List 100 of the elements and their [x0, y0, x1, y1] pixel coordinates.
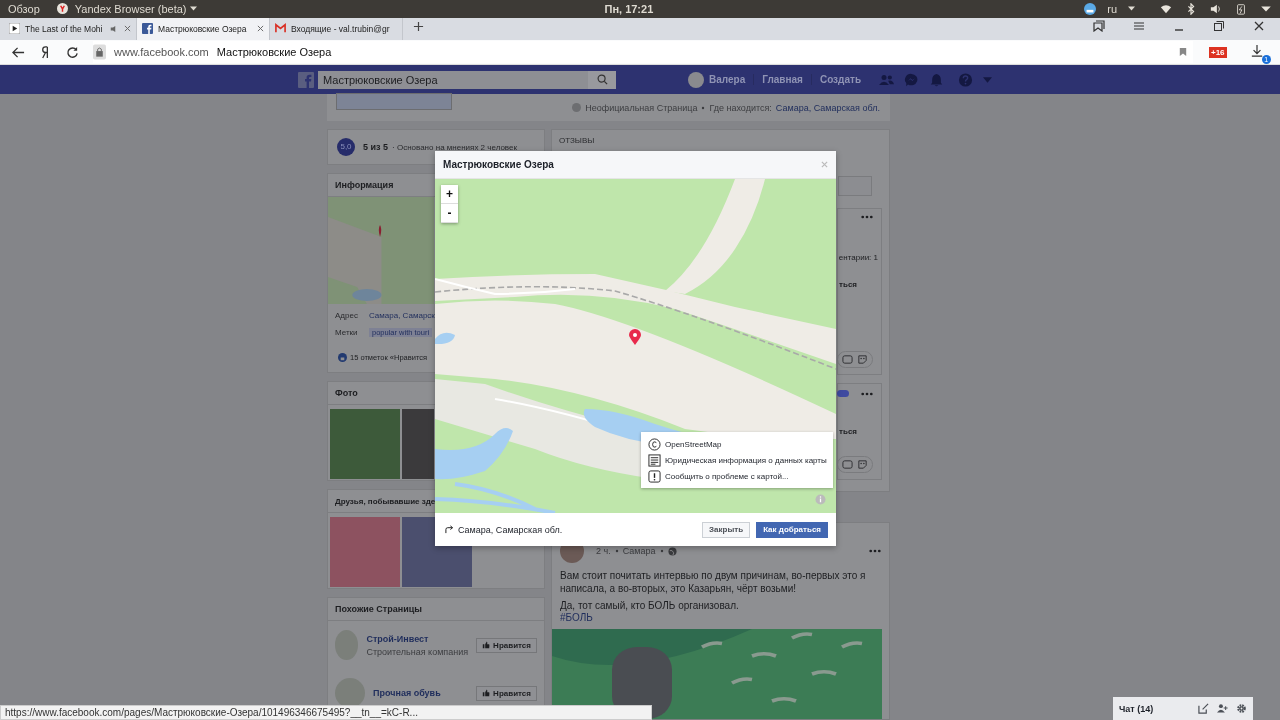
notification-badge[interactable]: +16: [1209, 46, 1227, 58]
info-label: Метки: [335, 328, 359, 337]
share-action[interactable]: ться: [839, 427, 873, 436]
bookmark-icon[interactable]: [1179, 47, 1187, 58]
avatar-icon[interactable]: [688, 71, 704, 88]
more-options-icon[interactable]: [869, 549, 881, 553]
more-options-icon[interactable]: [861, 391, 873, 396]
menu-icon[interactable]: [1133, 20, 1145, 33]
back-icon[interactable]: [12, 45, 25, 59]
tab-title: The Last of the Mohi: [25, 23, 103, 34]
page-category: Строительная компания: [366, 646, 469, 657]
volume-icon[interactable]: [1210, 2, 1222, 15]
reload-icon[interactable]: [66, 45, 79, 59]
count-badge: [837, 390, 849, 397]
browser-logo-icon: [56, 3, 68, 15]
nav-link[interactable]: Главная: [753, 74, 811, 86]
app-menu[interactable]: Yandex Browser (beta): [74, 2, 187, 15]
address-link[interactable]: Самара, Самарск: [369, 311, 435, 320]
document-icon: [648, 453, 661, 467]
card-title: Друзья, побывавшие зде: [335, 496, 436, 506]
search-field[interactable]: Мастрюковские Озера: [318, 70, 588, 89]
thumbs-up-icon: [482, 641, 491, 649]
settings-icon[interactable]: [1236, 703, 1247, 714]
dialog-button[interactable]: Закрыть: [702, 521, 751, 538]
review-input-bar[interactable]: [838, 176, 872, 196]
comments-count[interactable]: ентарии: 1: [838, 253, 878, 262]
post-text: Вам стоит почитать интервью по двум причинам, во-первых это я написала, а во-вторых, это Казарьян, чёрт возьми!: [560, 569, 867, 595]
download-icon[interactable]: [1250, 44, 1263, 59]
keyboard-layout[interactable]: ru: [1107, 2, 1117, 15]
profile-link[interactable]: Валера: [709, 74, 754, 86]
zoom-button[interactable]: +: [441, 185, 458, 204]
rating-basis: · Основано на мнениях 2 человек: [392, 142, 517, 152]
nav-link[interactable]: Создать: [810, 74, 870, 86]
page-status: Неофициальная Страница: [585, 102, 698, 113]
gif-icon[interactable]: [842, 459, 853, 470]
dot-separator-icon: [701, 105, 706, 110]
url-page-title: Мастрюковские Озера: [216, 46, 332, 59]
battery-icon[interactable]: [1235, 2, 1247, 15]
chat-label[interactable]: Чат (14): [1119, 703, 1154, 714]
info-label: Адрес: [335, 311, 359, 320]
attribution-link[interactable]: Сообщить о проблеме с картой...: [665, 471, 789, 481]
rating-summary: 5 из 5: [363, 142, 389, 152]
map-thumbnail-drawing[interactable]: [328, 197, 434, 304]
new-tab-icon[interactable]: [413, 20, 424, 32]
share-action[interactable]: ться: [839, 280, 873, 289]
dialog-address: Самара, Самарская обл.: [458, 524, 563, 535]
card-title: Информация: [335, 180, 394, 190]
page-name-link[interactable]: Строй-Инвест: [366, 633, 469, 644]
hashtag-link[interactable]: #БОЛЬ: [560, 612, 881, 623]
globe-icon: [667, 546, 677, 556]
like-button[interactable]: Нравится: [476, 637, 537, 653]
warning-icon: [648, 469, 661, 483]
location-link[interactable]: Самара, Самарская обл.: [775, 102, 880, 113]
dropdown-icon[interactable]: [1128, 6, 1135, 12]
people-icon[interactable]: [1217, 703, 1228, 714]
thumbs-up-icon: [482, 689, 491, 697]
rating-score: 5,0: [337, 138, 355, 156]
chat-bar[interactable]: Чат (14): [1113, 697, 1253, 720]
attribution-link[interactable]: OpenStreetMap: [665, 439, 722, 449]
card-title: Фото: [335, 388, 358, 398]
attribution-link[interactable]: Юридическая информация о данных карты: [665, 455, 827, 465]
directions-arrow-icon: [445, 525, 454, 534]
tab-title: Входящие - val.trubin@gr: [291, 23, 390, 34]
search-icon: [596, 74, 608, 86]
close-icon[interactable]: [1253, 20, 1265, 33]
dialog-title: Мастрюковские Озера: [443, 159, 555, 170]
post-time[interactable]: 2 ч.: [596, 546, 611, 556]
sticker-icon[interactable]: [857, 459, 868, 470]
close-icon[interactable]: [257, 25, 264, 33]
restore-icon[interactable]: [1213, 20, 1225, 33]
copyright-icon: [648, 437, 661, 451]
more-options-icon[interactable]: [861, 215, 873, 219]
like-button[interactable]: Нравится: [476, 685, 537, 701]
address-field[interactable]: www.facebook.com Мастрюковские Озера: [93, 41, 1193, 64]
section-title: ОТЗЫВЫ: [559, 136, 596, 145]
edit-icon[interactable]: [1198, 703, 1209, 714]
sticker-icon[interactable]: [857, 354, 868, 365]
browser-tab[interactable]: Мастрюковские Озера: [137, 17, 270, 40]
page-name-link[interactable]: Прочная обувь: [373, 688, 469, 698]
activities-button[interactable]: Обзор: [8, 2, 40, 15]
post-place[interactable]: Самара: [622, 546, 656, 556]
gif-icon[interactable]: [842, 354, 853, 365]
dropdown-icon[interactable]: [190, 6, 198, 12]
browser-tab[interactable]: Входящие - val.trubin@gr: [270, 17, 403, 40]
page-logo-placeholder[interactable]: [335, 678, 365, 708]
tab-title: Мастрюковские Озера: [158, 23, 247, 34]
wifi-icon[interactable]: [1160, 2, 1172, 15]
photo-placeholder[interactable]: [552, 629, 882, 719]
zoom-button[interactable]: -: [441, 204, 458, 223]
search-button[interactable]: [588, 70, 616, 89]
tabs-icon[interactable]: [1093, 20, 1105, 33]
play-icon: [9, 23, 20, 35]
facebook-icon: [142, 23, 153, 35]
card-title: Похожие Страницы: [335, 604, 422, 614]
map-pin-icon[interactable]: [629, 329, 641, 345]
bluetooth-icon[interactable]: [1185, 2, 1197, 15]
clock[interactable]: Пн, 17:21: [604, 2, 654, 15]
location-label: Где находится:: [709, 102, 772, 113]
thumbs-up-icon: [338, 353, 347, 362]
dialog-button[interactable]: Как добраться: [756, 521, 828, 538]
